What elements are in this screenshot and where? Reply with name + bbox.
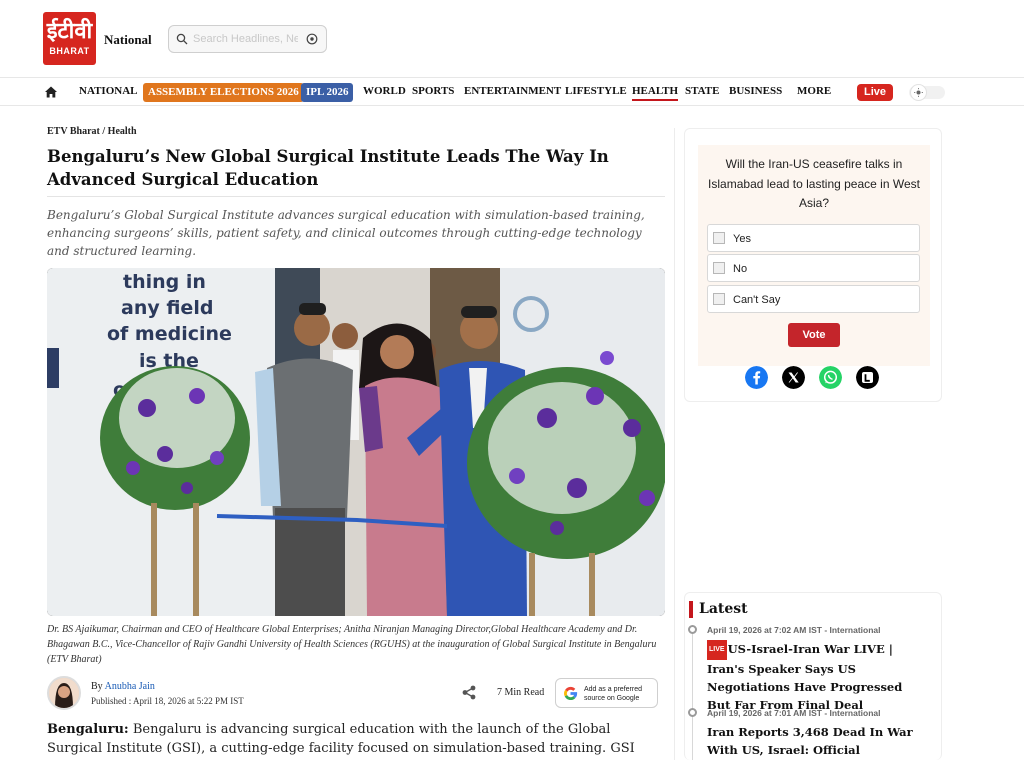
article-summary: Bengaluru’s Global Surgical Institute ad… [47, 208, 645, 258]
author-photo [49, 678, 79, 708]
google-preferred-source-button[interactable]: Add as a preferred source on Google [555, 678, 658, 708]
column-divider [674, 128, 675, 760]
top-header: ईटीवी BHARAT National [0, 0, 1024, 78]
nav-assembly-elections[interactable]: ASSEMBLY ELECTIONS 2026 [143, 83, 304, 102]
search-input[interactable] [193, 31, 298, 47]
google-icon [564, 686, 578, 700]
logo-wordmark: BHARAT [49, 46, 90, 56]
timeline-line [692, 630, 693, 760]
poll-option-label: No [733, 263, 748, 275]
article-photo[interactable]: thing in any field of medicine is the ou… [47, 268, 665, 616]
poll-option-cant-say[interactable]: Can't Say [707, 285, 920, 313]
nav-entertainment[interactable]: ENTERTAINMENT [464, 85, 561, 97]
google-pref-text: Add as a preferred source on Google [584, 685, 642, 703]
etv-bharat-logo[interactable]: ईटीवी BHARAT [43, 12, 96, 65]
poll-body: Will the Iran-US ceasefire talks in Isla… [698, 145, 930, 366]
wall-text-line: of medicine [107, 323, 232, 345]
poll-question: Will the Iran-US ceasefire talks in Isla… [708, 157, 920, 210]
nav-lifestyle[interactable]: LIFESTYLE [565, 85, 627, 97]
author-avatar[interactable] [47, 676, 81, 710]
home-icon[interactable] [44, 85, 58, 99]
live-button[interactable]: Live [857, 84, 894, 101]
nav-sports[interactable]: SPORTS [412, 85, 454, 97]
nav-ipl[interactable]: IPL 2026 [301, 83, 354, 102]
byline: By Anubha Jain [91, 681, 155, 692]
nav-health[interactable]: HEALTH [632, 85, 679, 101]
news-headline-text: US-Israel-Iran War LIVE | Iran's Speaker… [707, 642, 903, 712]
whatsapp-icon[interactable] [819, 366, 842, 389]
share-icon[interactable] [462, 685, 476, 700]
wall-text-line: any field [121, 297, 213, 319]
main-navigation: NATIONAL ASSEMBLY ELECTIONS 2026 IPL 202… [0, 77, 1024, 106]
published-date: Published : April 18, 2026 at 5:22 PM IS… [91, 696, 244, 706]
search-box[interactable] [168, 25, 327, 53]
timeline-dot [688, 708, 697, 717]
checkbox[interactable] [713, 293, 725, 305]
author-link[interactable]: Anubha Jain [105, 681, 155, 692]
article-body-text: Bengaluru is advancing surgical educatio… [47, 722, 635, 756]
news-meta: April 19, 2026 at 7:02 AM IST - Internat… [707, 625, 881, 635]
breadcrumb[interactable]: ETV Bharat / Health [47, 126, 137, 137]
news-headline-link[interactable]: LIVE US-Israel-Iran War LIVE | Iran's Spe… [707, 640, 929, 714]
nav-national[interactable]: NATIONAL [79, 85, 137, 97]
article-body-paragraph: Bengaluru: Bengaluru is advancing surgic… [47, 720, 667, 760]
theme-toggle[interactable] [909, 84, 945, 101]
timeline-dot [688, 625, 697, 634]
title-divider [47, 196, 665, 197]
google-pref-line1: Add as a preferred [584, 686, 642, 693]
google-pref-line2: source on Google [584, 695, 640, 702]
news-meta: April 19, 2026 at 7:01 AM IST - Internat… [707, 708, 881, 718]
nav-world[interactable]: WORLD [363, 85, 406, 97]
checkbox[interactable] [713, 232, 725, 244]
checkbox[interactable] [713, 262, 725, 274]
x-twitter-icon[interactable] [782, 366, 805, 389]
vote-button[interactable]: Vote [788, 323, 840, 347]
trending-icon[interactable] [306, 33, 318, 45]
edition-selector[interactable]: National [104, 32, 152, 48]
poll-card: Will the Iran-US ceasefire talks in Isla… [684, 128, 942, 402]
dateline: Bengaluru: [47, 722, 129, 737]
sun-icon [914, 88, 923, 97]
search-icon [176, 33, 188, 45]
by-label: By [91, 681, 103, 692]
inauguration-photo: thing in any field of medicine is the ou… [47, 268, 665, 616]
read-time: 7 Min Read [497, 687, 545, 698]
nav-business[interactable]: BUSINESS [729, 85, 782, 97]
logo-glyph: ईटीवी [46, 18, 93, 44]
poll-option-no[interactable]: No [707, 254, 920, 282]
poll-option-label: Yes [733, 233, 751, 245]
latest-heading: Latest [699, 601, 748, 617]
nav-more[interactable]: MORE [797, 85, 831, 97]
news-headline-text: Iran Reports 3,468 Dead In War With US, … [707, 725, 913, 757]
wall-text-line: thing in [123, 271, 206, 293]
facebook-icon[interactable] [745, 366, 768, 389]
poll-option-label: Can't Say [733, 294, 781, 306]
latest-heading-accent [689, 601, 693, 618]
poll-option-yes[interactable]: Yes [707, 224, 920, 252]
threads-icon[interactable] [856, 366, 879, 389]
theme-toggle-knob [910, 84, 927, 101]
article-title: Bengaluru’s New Global Surgical Institut… [47, 147, 609, 189]
news-headline-link[interactable]: Iran Reports 3,468 Dead In War With US, … [707, 723, 929, 759]
nav-state[interactable]: STATE [685, 85, 719, 97]
photo-caption: Dr. BS Ajaikumar, Chairman and CEO of He… [47, 624, 657, 665]
live-badge: LIVE [707, 640, 727, 660]
